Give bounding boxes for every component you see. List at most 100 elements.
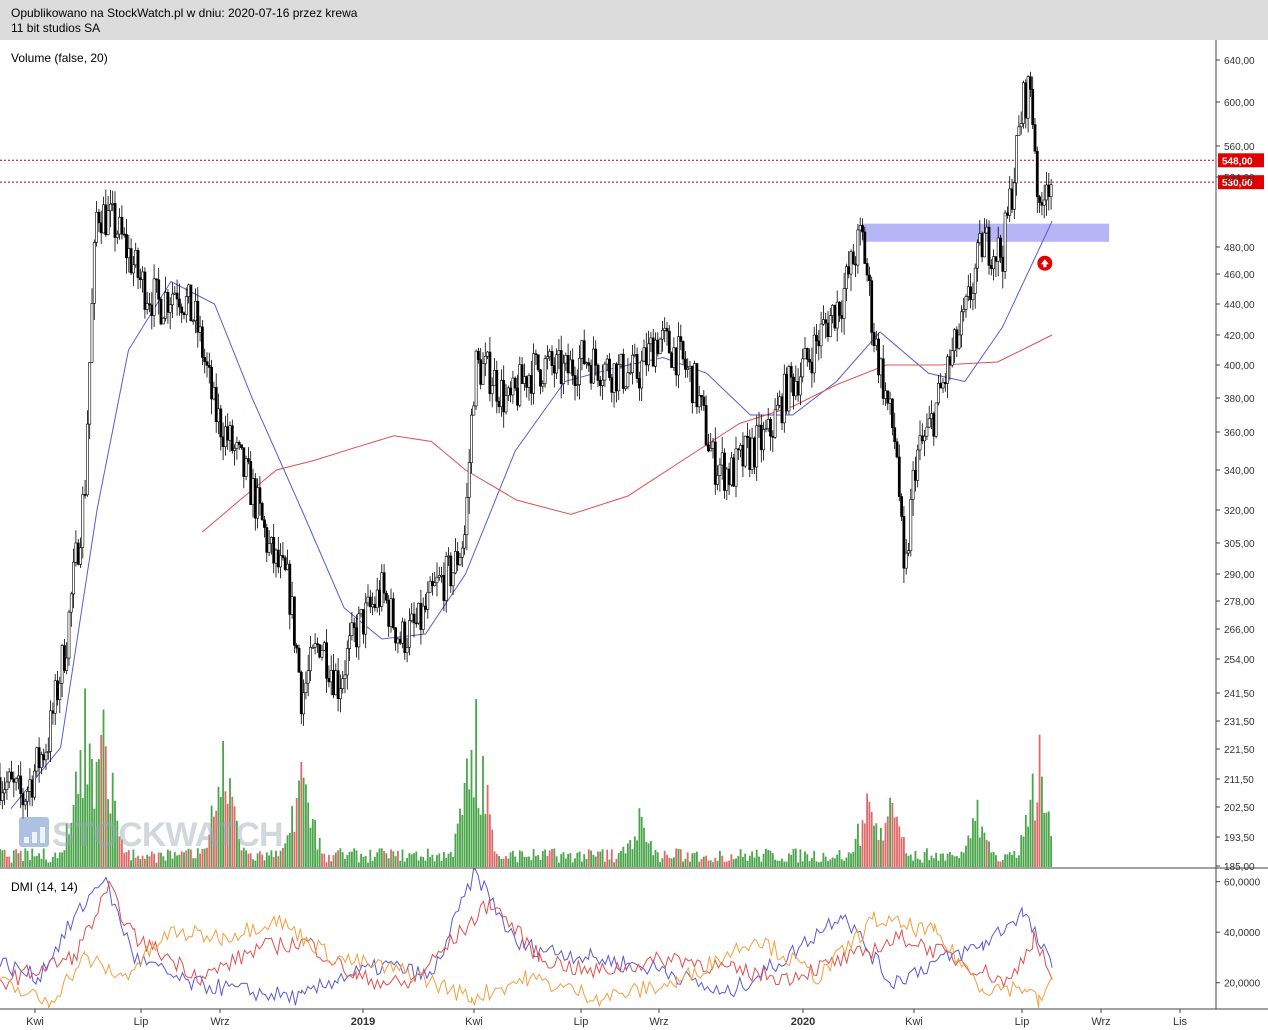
volume-bar (562, 852, 565, 867)
volume-bar (178, 854, 181, 867)
candle-body (888, 398, 892, 404)
volume-bar (544, 849, 546, 867)
candle-body (909, 499, 913, 551)
volume-bar (394, 856, 397, 867)
volume-bar (965, 845, 967, 867)
volume-bar (459, 808, 461, 867)
candle-body (325, 642, 329, 679)
candle-body (398, 638, 402, 644)
price-tick-label: 460,00 (1224, 270, 1255, 281)
candle-body (182, 312, 186, 316)
volume-bar (61, 852, 63, 867)
candle-body (559, 350, 563, 384)
candle-body (260, 503, 264, 521)
volume-bar (822, 852, 825, 867)
candle-body (322, 642, 326, 651)
candle-body (973, 267, 977, 294)
volume-bar (730, 854, 733, 867)
candle-body (626, 372, 630, 388)
candle-body (746, 435, 749, 438)
volume-bar (521, 851, 523, 867)
volume-bar (769, 850, 772, 867)
candle-body (334, 670, 338, 696)
volume-bar (820, 861, 822, 867)
volume-bar (173, 852, 176, 867)
volume-bar (811, 858, 813, 867)
volume-bar (739, 849, 742, 867)
volume-bar (992, 851, 995, 867)
volume-bar (643, 827, 645, 867)
candle-body (53, 680, 57, 714)
volume-bar (640, 816, 643, 867)
candle-body (309, 647, 312, 672)
candle-body (203, 357, 207, 363)
volume-bar (599, 851, 602, 867)
volume-bar (328, 854, 330, 867)
volume-bar (360, 853, 362, 867)
volume-bar (139, 859, 142, 867)
volume-bar (252, 859, 254, 867)
volume-bar (311, 819, 314, 867)
time-tick-label: Lip (1015, 1016, 1030, 1028)
volume-bar (666, 854, 668, 867)
volume-bar (1001, 860, 1004, 867)
candle-body (808, 359, 812, 363)
candle-body (520, 364, 524, 384)
volume-bar (353, 848, 356, 867)
candle-body (711, 441, 715, 449)
volume-bar (401, 849, 404, 867)
candle-body (688, 365, 692, 369)
volume-bar (371, 860, 374, 867)
volume-bar (698, 861, 701, 867)
candle-body (106, 210, 110, 236)
candle-body (555, 354, 559, 374)
volume-bar (1013, 850, 1016, 867)
candle-body (810, 361, 814, 374)
candle-body (838, 301, 841, 316)
volume-bar (808, 861, 811, 867)
volume-bar (999, 861, 1002, 867)
volume-bar (387, 858, 390, 867)
volume-bar (1041, 776, 1043, 867)
volume-bar (500, 858, 503, 867)
candle-body (230, 425, 234, 451)
candle-body (410, 613, 414, 621)
time-tick-label: Wrz (649, 1016, 668, 1028)
volume-bar (737, 856, 740, 867)
volume-bar (797, 862, 799, 867)
candle-body (994, 256, 998, 262)
volume-bar (123, 853, 126, 867)
volume-bar (433, 861, 436, 867)
candle-body (681, 341, 685, 360)
volume-bar (863, 823, 866, 867)
annotations (1037, 255, 1053, 271)
volume-bar (771, 853, 774, 867)
volume-bar (783, 861, 786, 867)
volume-bar (854, 838, 857, 867)
volume-bar (627, 843, 629, 867)
candle-body (444, 556, 448, 601)
volume-bar (905, 853, 908, 867)
candle-body (969, 286, 973, 300)
candle-body (939, 383, 943, 389)
volume-bar (889, 797, 891, 867)
volume-bar (357, 862, 360, 867)
candle-body (237, 442, 241, 446)
price-tick-label: 185,00 (1224, 862, 1255, 873)
candle-body (697, 395, 701, 408)
volume-bar (721, 855, 724, 867)
candle-body (966, 286, 970, 297)
time-tick-label: Lip (574, 1016, 589, 1028)
watermark-logo-bar (40, 827, 45, 843)
volume-bar (916, 858, 919, 867)
candle-body (1038, 196, 1042, 203)
candle-body (19, 775, 23, 794)
candle-body (504, 395, 508, 413)
price-tick-label: 360,00 (1224, 428, 1255, 439)
volume-bar (321, 853, 323, 867)
volume-bar (323, 853, 326, 867)
candle-body (953, 329, 956, 351)
candle-body (104, 204, 108, 236)
volume-bar (824, 856, 827, 867)
dmi-lines (0, 868, 1053, 1009)
